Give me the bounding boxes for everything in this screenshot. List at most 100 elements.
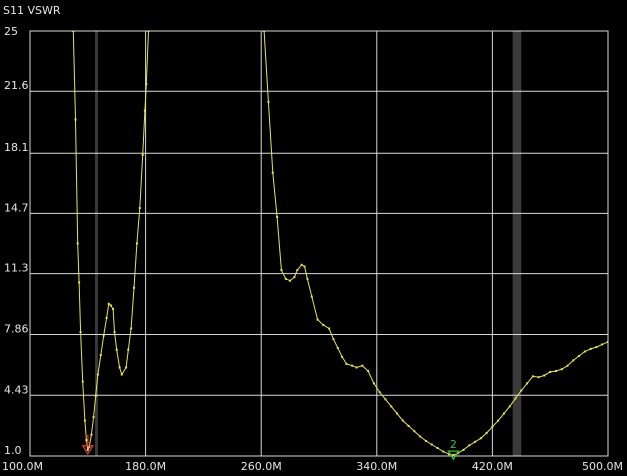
x-tick-label: 340.0M [356,460,397,473]
data-point [296,269,299,272]
y-tick-label: 18.1 [4,141,29,154]
data-point [86,448,89,451]
data-point [300,263,303,266]
data-point [419,435,422,438]
data-point [127,348,130,351]
data-point [345,362,348,365]
data-point [355,366,358,369]
data-point [72,31,75,32]
data-point [361,364,364,367]
data-point [135,242,138,245]
data-point [99,354,102,357]
y-tick-label: 21.6 [4,79,29,92]
x-tick-label: 180.0M [125,460,166,473]
data-point [78,281,81,284]
data-point [572,359,575,362]
x-axis-ticks: 100.0M 180.0M 260.0M 340.0M 420.0M 500.0M [2,460,623,473]
data-point [138,207,141,210]
data-point [316,318,319,321]
marker-2-label: 2 [450,438,457,451]
data-point [332,338,335,341]
data-point [76,242,79,245]
data-point [96,373,99,376]
y-tick-label: 7.86 [4,323,29,336]
data-point [607,340,608,343]
vswr-line [72,31,149,452]
data-point [74,118,77,121]
data-point [118,366,121,369]
data-point [367,370,370,372]
data-point [413,430,416,433]
vswr-trace [72,31,608,456]
data-point [430,443,433,446]
data-point [401,419,404,422]
data-point [479,437,482,440]
x-tick-label: 500.0M [582,460,623,473]
markers[interactable]: 12 [81,433,460,461]
data-point [595,346,598,349]
data-point [474,440,477,443]
data-point [554,370,557,372]
vswr-line [263,31,608,456]
data-point [485,431,488,434]
data-point [284,277,287,280]
data-point [112,308,115,311]
marker-1-label: 1 [84,433,91,446]
data-point [537,376,540,379]
data-point [378,391,381,394]
frequency-bands [95,31,522,456]
data-point [407,424,410,427]
data-point [310,295,313,298]
data-point [583,350,586,353]
data-point [145,83,148,86]
data-point [289,279,292,282]
x-tick-label: 100.0M [2,460,43,473]
vswr-chart[interactable]: 1.0 4.43 7.86 11.3 14.7 18.1 21.6 25 100.0M 180.… [0,0,627,476]
data-point [130,327,133,330]
x-tick-label: 260.0M [241,460,282,473]
data-point [113,331,116,334]
data-point [83,419,86,422]
data-point [280,269,283,272]
data-point [303,265,306,268]
data-point [491,425,494,428]
data-point [115,348,118,351]
y-tick-label: 11.3 [4,262,29,275]
data-point [549,370,552,373]
data-point [436,447,439,450]
x-tick-label: 420.0M [472,460,513,473]
vswr-plot-window: S11 VSWR 1.0 4.43 7.86 11.3 14.7 18.1 21.6 25 1… [0,0,627,476]
data-point [267,100,270,103]
data-point [276,215,279,218]
data-point [578,354,581,357]
data-point [468,444,471,447]
data-point [322,323,325,326]
data-point [306,277,309,280]
data-point [125,366,128,369]
y-tick-label: 1.0 [4,444,22,457]
data-point [293,276,296,279]
data-point [109,304,112,307]
data-point [92,416,95,419]
data-point [271,171,274,174]
data-point [543,374,546,377]
data-point [143,109,146,112]
data-point [566,364,569,367]
y-axis-ticks: 1.0 4.43 7.86 11.3 14.7 18.1 21.6 25 [4,25,29,457]
data-point [396,412,399,415]
data-point [341,355,344,358]
data-point [94,394,97,397]
data-point [589,347,592,350]
data-point [497,419,500,422]
data-point [372,382,375,385]
data-point [514,397,517,400]
data-point [531,375,534,378]
data-point [452,454,455,456]
data-point [502,412,505,415]
data-point [351,364,354,367]
data-point [462,448,465,451]
data-point [133,286,136,289]
data-point [147,31,150,32]
data-point [107,302,110,305]
data-point [79,331,82,334]
